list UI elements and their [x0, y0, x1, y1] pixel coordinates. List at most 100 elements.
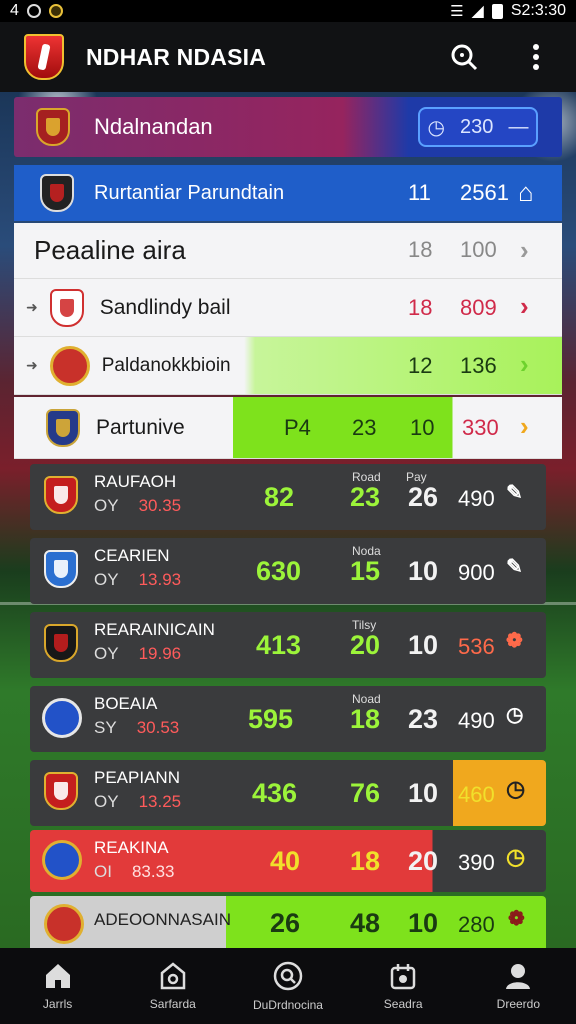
chevron-right-icon[interactable]: › — [520, 349, 529, 380]
team-crest — [49, 345, 90, 386]
nav-item-store[interactable]: Sarfarda — [123, 961, 223, 1011]
team-sub: OY 13.25 — [94, 792, 182, 811]
team-crest — [42, 698, 82, 738]
team-card[interactable]: RAUFAOH OY 30.35 82 Road 23 Pay 26 490 ✎ — [30, 464, 546, 530]
stat-3: 10 — [408, 630, 439, 660]
stat-1: 82 — [264, 482, 295, 512]
nav-label: Sarfarda — [149, 997, 196, 1011]
clock-icon[interactable]: ◷ — [506, 702, 523, 727]
team-crest — [44, 904, 84, 944]
team-sub: OY 13.93 — [94, 570, 182, 589]
stat-1: 26 — [270, 908, 301, 938]
nav-label: Dreerdo — [496, 997, 541, 1011]
edit-icon[interactable]: ✎ — [506, 480, 523, 505]
stat-4: 460 — [458, 782, 495, 807]
stat-1: 40 — [270, 846, 301, 876]
chevron-right-icon[interactable]: › — [520, 411, 529, 442]
team-crest — [44, 624, 78, 662]
header-row[interactable]: Ndalnandan ◷ 230 — — [14, 97, 562, 157]
team-crest — [49, 288, 84, 327]
stat-4: 490 — [458, 708, 495, 733]
nav-item-profile[interactable]: Dreerdo — [468, 961, 568, 1011]
header-value-pill[interactable]: ◷ 230 — — [418, 107, 538, 147]
stat-p: P4 — [284, 415, 311, 440]
nav-item-calendar[interactable]: Seadra — [353, 961, 453, 1011]
stat-b: 136 — [460, 353, 497, 378]
stat-3: 10 — [408, 778, 439, 808]
team-crest — [40, 174, 74, 212]
battery-icon — [491, 3, 503, 19]
team-name: ADEOONNASAIN — [94, 910, 231, 929]
team-card[interactable]: PEAPIANN OY 13.25 436 76 10 460 ◷ — [30, 760, 546, 826]
chevron-right-icon[interactable]: › — [520, 235, 529, 266]
team-sub: OY 19.96 — [94, 644, 182, 663]
signal-strength: 4 — [10, 2, 19, 19]
team-name: Peaaline aira — [34, 235, 186, 265]
stat-2: 18 — [350, 704, 381, 734]
team-name: Rurtantiar Parundtain — [94, 181, 285, 204]
team-name: CEARIEN — [94, 546, 170, 565]
nav-item-home[interactable]: Jarrls — [8, 961, 108, 1011]
stat-3: 10 — [408, 908, 439, 938]
header-title: Ndalnandan — [94, 114, 213, 139]
app-notification-icon — [48, 4, 63, 18]
table-row[interactable]: ➜ Paldanokkbioin 12 136 › — [14, 337, 562, 395]
stat-4: 280 — [458, 912, 495, 937]
team-card[interactable]: REAKINA OI 83.33 40 18 20 390 ◷ — [30, 830, 546, 892]
team-sub: OI 83.33 — [94, 862, 175, 881]
app-bar: NDHAR NDASIA — [0, 22, 576, 92]
stat-1: 595 — [248, 704, 294, 734]
stat-a: 23 — [352, 415, 377, 440]
status-time: S2:3:30 — [510, 2, 566, 19]
arrow-icon: ➜ — [26, 357, 38, 373]
team-sub: OY 30.35 — [94, 496, 182, 515]
app-logo — [24, 34, 64, 80]
table-row[interactable]: Peaaline aira 18 100 › — [14, 223, 562, 279]
team-crest — [46, 408, 80, 447]
stat-a: 11 — [408, 180, 431, 205]
nav-label: Seadra — [383, 997, 423, 1011]
minus-icon: — — [508, 115, 529, 138]
team-card[interactable]: ADEOONNASAIN 26 48 10 280 ❁ — [30, 896, 546, 948]
team-crest — [44, 550, 78, 588]
team-card[interactable]: BOEAIA SY 30.53 595 Noad 18 23 490 ◷ — [30, 686, 546, 752]
chevron-right-icon[interactable]: › — [520, 291, 529, 322]
stat-a: 18 — [408, 237, 433, 262]
stat-a: 12 — [408, 353, 433, 378]
team-card[interactable]: CEARIEN OY 13.93 630 Noda 15 10 900 ✎ — [30, 538, 546, 604]
stat-4: 390 — [458, 850, 495, 875]
leaf-icon[interactable]: ❁ — [506, 628, 523, 653]
standings-table: Ndalnandan ◷ 230 — Rurtantiar Parundtain… — [14, 92, 562, 948]
app-title: NDHAR NDASIA — [86, 43, 267, 70]
stat-2: 18 — [350, 846, 381, 876]
team-name: PEAPIANN — [94, 768, 180, 787]
team-card[interactable]: REARAINICAIN OY 19.96 413 Tilsy 20 10 536… — [30, 612, 546, 678]
stat-1: 436 — [252, 778, 298, 808]
more-options-icon[interactable] — [520, 41, 552, 73]
clock-icon: ◷ — [427, 116, 445, 139]
team-crest — [44, 476, 78, 514]
clock-icon[interactable]: ◷ — [506, 776, 525, 802]
team-name: Sandlindy bail — [99, 295, 231, 319]
stat-b: 809 — [460, 295, 497, 320]
team-name: RAUFAOH — [94, 472, 177, 491]
table-row[interactable]: Rurtantiar Parundtain 11 2561 ⌂ — [14, 165, 562, 221]
table-row[interactable]: Partunive P4 23 10 330 › — [14, 397, 562, 459]
home-icon — [45, 964, 70, 988]
leaf-icon[interactable]: ❁ — [508, 906, 525, 931]
nav-label: Jarrls — [42, 997, 73, 1011]
table-row[interactable]: ➜ Sandlindy bail 18 809 › — [14, 279, 562, 337]
bottom-navigation: Jarrls Sarfarda DuDrdnocina Seadra Dreer… — [0, 948, 576, 1024]
nav-item-search[interactable]: DuDrdnocina — [238, 960, 338, 1012]
notification-icon — [26, 4, 41, 18]
stat-2: 48 — [350, 908, 381, 938]
edit-icon[interactable]: ✎ — [506, 554, 523, 579]
search-icon[interactable] — [448, 41, 480, 73]
stat-1: 413 — [256, 630, 302, 660]
team-name: REAKINA — [94, 838, 169, 857]
team-sub: SY 30.53 — [94, 718, 180, 737]
clock-icon[interactable]: ◷ — [506, 844, 525, 870]
stat-1: 630 — [256, 556, 302, 586]
home-icon[interactable]: ⌂ — [518, 177, 534, 208]
stat-3: 20 — [408, 846, 439, 876]
